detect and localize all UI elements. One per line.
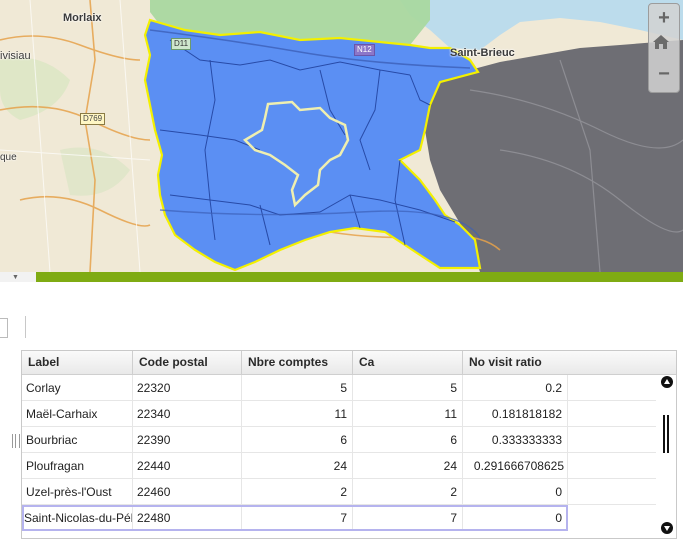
cell-ca: 5 bbox=[353, 375, 463, 401]
map-label-partial: que bbox=[0, 152, 17, 163]
table-row[interactable]: Bourbriac 22390 6 6 0.333333333 bbox=[22, 427, 656, 453]
map-label-saint-brieuc: Saint-Brieuc bbox=[450, 47, 515, 59]
plus-icon: + bbox=[658, 6, 670, 29]
zoom-out-button[interactable]: − bbox=[652, 62, 676, 86]
column-header-code-postal[interactable]: Code postal bbox=[133, 351, 242, 374]
resize-grip-icon[interactable] bbox=[12, 434, 20, 448]
scroll-down-icon[interactable] bbox=[661, 522, 673, 534]
cell-code-postal: 22320 bbox=[133, 375, 242, 401]
cell-label: Corlay bbox=[22, 375, 133, 401]
minus-icon: − bbox=[658, 62, 670, 85]
collapse-handle[interactable]: ▼ bbox=[0, 272, 36, 282]
table-row[interactable]: Uzel-près-l'Oust 22460 2 2 0 bbox=[22, 479, 656, 505]
cell-no-visit-ratio: 0.2 bbox=[463, 375, 568, 401]
cell-ca: 6 bbox=[353, 427, 463, 453]
cell-code-postal: 22460 bbox=[133, 479, 242, 505]
cell-no-visit-ratio: 0 bbox=[463, 505, 568, 531]
cell-code-postal: 22440 bbox=[133, 453, 242, 479]
cell-label: Saint-Nicolas-du-Pélem bbox=[22, 505, 133, 531]
scroll-thumb[interactable] bbox=[663, 415, 669, 453]
cell-ca: 24 bbox=[353, 453, 463, 479]
cell-no-visit-ratio: 0 bbox=[463, 479, 568, 505]
cell-no-visit-ratio: 0.291666708625 bbox=[463, 453, 568, 479]
road-badge-d769: D769 bbox=[80, 113, 106, 125]
toolbar-checkbox[interactable] bbox=[0, 318, 8, 338]
cell-nbre-comptes: 5 bbox=[242, 375, 353, 401]
cell-ca: 2 bbox=[353, 479, 463, 505]
home-icon bbox=[653, 35, 669, 49]
scroll-up-icon[interactable] bbox=[661, 376, 673, 388]
cell-label: Uzel-près-l'Oust bbox=[22, 479, 133, 505]
collapse-arrow-icon: ▼ bbox=[12, 274, 19, 281]
map-panel-divider[interactable]: ▼ bbox=[0, 272, 683, 282]
cell-ca: 7 bbox=[353, 505, 463, 531]
table-row[interactable]: Maël-Carhaix 22340 11 11 0.181818182 bbox=[22, 401, 656, 427]
cell-code-postal: 22340 bbox=[133, 401, 242, 427]
map-view[interactable]: Morlaix Saint-Brieuc ivisiau que D11 N12… bbox=[0, 0, 683, 272]
cell-label: Maël-Carhaix bbox=[22, 401, 133, 427]
data-grid: Label Code postal Nbre comptes Ca No vis… bbox=[21, 350, 677, 539]
cell-nbre-comptes: 11 bbox=[242, 401, 353, 427]
table-row[interactable]: Corlay 22320 5 5 0.2 bbox=[22, 375, 656, 401]
cell-nbre-comptes: 6 bbox=[242, 427, 353, 453]
cell-code-postal: 22390 bbox=[133, 427, 242, 453]
cell-code-postal: 22480 bbox=[133, 505, 242, 531]
table-row-selected[interactable]: Saint-Nicolas-du-Pélem 22480 7 7 0 bbox=[22, 505, 568, 531]
cell-label: Ploufragan bbox=[22, 453, 133, 479]
cell-no-visit-ratio: 0.333333333 bbox=[463, 427, 568, 453]
grid-scrollbar[interactable] bbox=[658, 375, 676, 538]
road-badge-n12: N12 bbox=[354, 44, 375, 56]
map-canvas[interactable] bbox=[0, 0, 683, 272]
zoom-controls: + − bbox=[648, 3, 680, 93]
cell-label: Bourbriac bbox=[22, 427, 133, 453]
cell-nbre-comptes: 7 bbox=[242, 505, 353, 531]
cell-nbre-comptes: 2 bbox=[242, 479, 353, 505]
grid-header: Label Code postal Nbre comptes Ca No vis… bbox=[22, 351, 676, 375]
road-badge-d11: D11 bbox=[171, 38, 192, 50]
grid-toolbar bbox=[0, 282, 683, 348]
grid-body: Corlay 22320 5 5 0.2 Maël-Carhaix 22340 … bbox=[22, 375, 656, 531]
table-row[interactable]: Ploufragan 22440 24 24 0.291666708625 bbox=[22, 453, 656, 479]
column-header-no-visit-ratio[interactable]: No visit ratio bbox=[463, 351, 676, 374]
home-button[interactable] bbox=[652, 34, 676, 58]
toolbar-separator bbox=[25, 316, 26, 338]
cell-ca: 11 bbox=[353, 401, 463, 427]
cell-nbre-comptes: 24 bbox=[242, 453, 353, 479]
map-label-morlaix: Morlaix bbox=[63, 12, 102, 24]
cell-no-visit-ratio: 0.181818182 bbox=[463, 401, 568, 427]
column-header-ca[interactable]: Ca bbox=[353, 351, 463, 374]
map-label-landivisiau: ivisiau bbox=[0, 50, 31, 62]
column-header-label[interactable]: Label bbox=[22, 351, 133, 374]
zoom-in-button[interactable]: + bbox=[652, 6, 676, 30]
column-header-nbre-comptes[interactable]: Nbre comptes bbox=[242, 351, 353, 374]
